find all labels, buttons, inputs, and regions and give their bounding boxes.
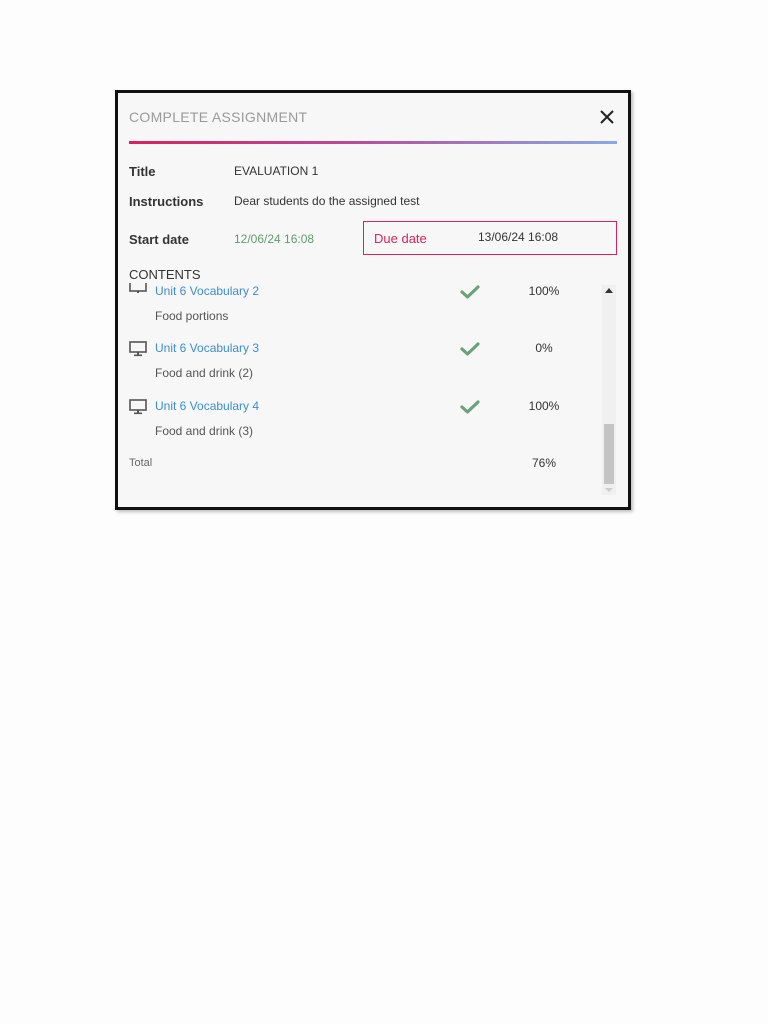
content-link[interactable]: Unit 6 Vocabulary 4 xyxy=(155,399,259,413)
check-icon xyxy=(460,399,480,415)
contents-heading: CONTENTS xyxy=(129,267,201,282)
instructions-value: Dear students do the assigned test xyxy=(234,194,420,208)
contents-scrollbar[interactable] xyxy=(602,285,616,495)
content-percent: 0% xyxy=(535,341,553,355)
content-percent: 100% xyxy=(528,399,560,413)
monitor-icon xyxy=(129,341,147,357)
title-value: EVALUATION 1 xyxy=(234,164,319,178)
content-link[interactable]: Unit 6 Vocabulary 3 xyxy=(155,341,259,355)
instructions-label: Instructions xyxy=(129,194,204,209)
total-value: 76% xyxy=(531,456,557,470)
content-subtitle: Food and drink (2) xyxy=(155,366,254,380)
total-label: Total xyxy=(129,457,153,469)
title-divider xyxy=(129,141,617,144)
check-icon xyxy=(460,284,480,300)
check-icon xyxy=(460,341,480,357)
title-label: Title xyxy=(129,164,156,179)
start-date-label: Start date xyxy=(129,232,189,247)
content-link[interactable]: Unit 6 Vocabulary 2 xyxy=(155,284,259,298)
content-subtitle: Food and drink (3) xyxy=(155,424,254,438)
close-button[interactable] xyxy=(596,106,618,128)
due-date-box: Due date 13/06/24 16:08 xyxy=(363,221,617,255)
scroll-up-arrow-icon[interactable] xyxy=(605,288,613,293)
monitor-icon xyxy=(129,283,147,293)
content-percent: 100% xyxy=(528,284,560,298)
dialog-title: COMPLETE ASSIGNMENT xyxy=(129,109,308,125)
due-date-value: 13/06/24 16:08 xyxy=(478,230,559,244)
close-icon xyxy=(600,110,614,124)
content-subtitle: Food portions xyxy=(155,309,229,323)
scroll-thumb[interactable] xyxy=(604,424,614,484)
due-date-label: Due date xyxy=(374,231,427,246)
monitor-icon xyxy=(129,399,147,415)
scroll-down-arrow-icon[interactable] xyxy=(605,488,613,492)
complete-assignment-dialog: COMPLETE ASSIGNMENT Title EVALUATION 1 I… xyxy=(115,90,631,510)
start-date-value: 12/06/24 16:08 xyxy=(234,232,315,246)
